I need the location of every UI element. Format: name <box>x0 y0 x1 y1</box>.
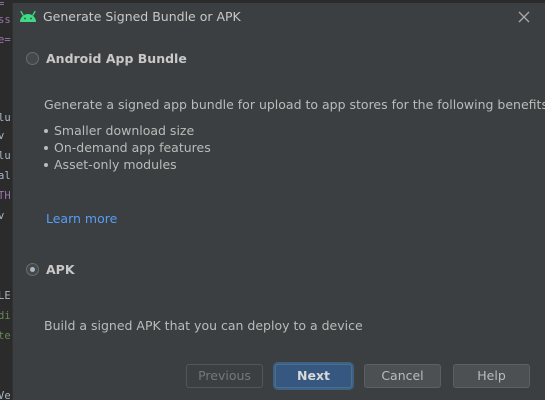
learn-more-link[interactable]: Learn more <box>46 211 117 226</box>
editor-fragment: Ve <box>0 390 11 400</box>
apk-radio[interactable] <box>26 263 39 276</box>
radio-option-apk[interactable]: APK <box>26 262 75 277</box>
editor-fragment: TH <box>0 190 11 202</box>
editor-fragment: LE <box>0 290 11 302</box>
editor-fragment: e= <box>0 34 11 46</box>
editor-background: = ss e= lu v lu al TH v LE di te Ve <box>0 0 12 400</box>
next-button[interactable]: Next <box>275 364 352 388</box>
close-icon <box>518 11 530 23</box>
editor-fragment: ss <box>0 14 11 26</box>
editor-fragment: te <box>0 330 11 342</box>
help-button[interactable]: Help <box>453 364 530 388</box>
editor-fragment: lu <box>0 112 11 124</box>
apk-label: APK <box>46 262 75 277</box>
android-icon <box>20 10 36 22</box>
list-item: Smaller download size <box>44 122 211 139</box>
list-item: On-demand app features <box>44 139 211 156</box>
editor-fragment: lu <box>0 150 11 162</box>
editor-fragment: = <box>0 0 5 10</box>
apk-description: Build a signed APK that you can deploy t… <box>44 318 363 333</box>
app-bundle-description: Generate a signed app bundle for upload … <box>44 97 545 112</box>
previous-button[interactable]: Previous <box>186 364 263 388</box>
dialog-titlebar[interactable]: Generate Signed Bundle or APK <box>13 3 545 32</box>
close-button[interactable] <box>516 9 532 25</box>
radio-option-app-bundle[interactable]: Android App Bundle <box>26 51 187 66</box>
list-item: Asset-only modules <box>44 156 211 173</box>
app-bundle-label: Android App Bundle <box>46 51 187 66</box>
editor-fragment: v <box>0 130 5 142</box>
generate-signed-bundle-dialog: Generate Signed Bundle or APK Android Ap… <box>12 3 545 400</box>
dialog-title: Generate Signed Bundle or APK <box>43 9 241 24</box>
editor-fragment: v <box>0 210 5 222</box>
app-bundle-radio[interactable] <box>26 52 39 65</box>
cancel-button[interactable]: Cancel <box>364 364 441 388</box>
editor-fragment: di <box>0 310 11 322</box>
editor-fragment: al <box>0 170 11 182</box>
benefits-list: Smaller download size On-demand app feat… <box>44 122 211 173</box>
